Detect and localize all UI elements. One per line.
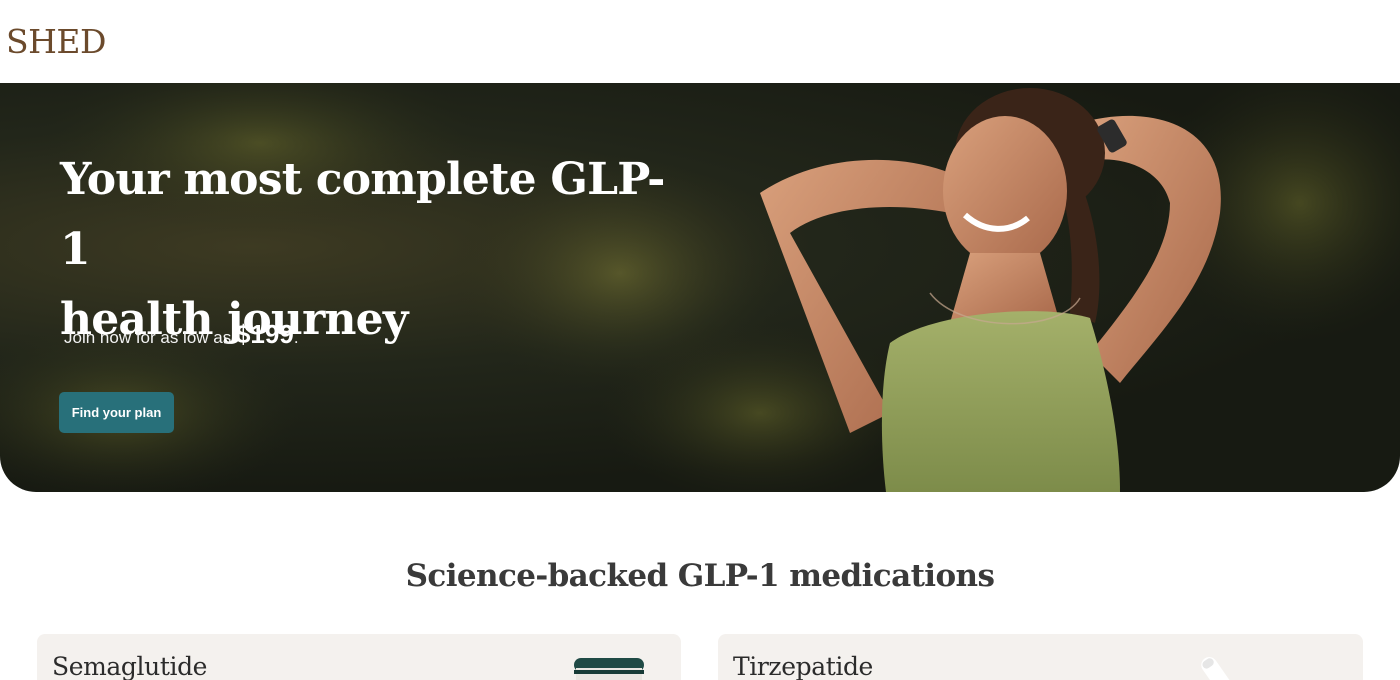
medication-card-title: Tirzepatide <box>733 652 873 680</box>
hero-price: $199 <box>235 319 294 349</box>
hero-headline-line-1: Your most complete GLP-1 <box>60 154 665 275</box>
hero-subtitle-prefix: Join now for as low as <box>64 328 236 347</box>
injection-pen-icon <box>1201 657 1237 680</box>
site-header: SHED <box>0 0 1400 83</box>
medication-card-title: Semaglutide <box>52 652 208 680</box>
medication-card-tirzepatide[interactable]: Tirzepatide <box>718 634 1363 680</box>
medication-jar-icon <box>574 658 644 680</box>
hero-banner: Your most complete GLP-1 health journey … <box>0 83 1400 492</box>
find-your-plan-button[interactable]: Find your plan <box>59 392 174 433</box>
medication-card-semaglutide[interactable]: Semaglutide <box>37 634 681 680</box>
hero-subtitle: Join now for as low as $199. <box>64 319 299 350</box>
hero-subtitle-suffix: . <box>293 328 299 347</box>
medications-heading: Science-backed GLP-1 medications <box>405 558 995 594</box>
brand-logo[interactable]: SHED <box>6 22 106 61</box>
